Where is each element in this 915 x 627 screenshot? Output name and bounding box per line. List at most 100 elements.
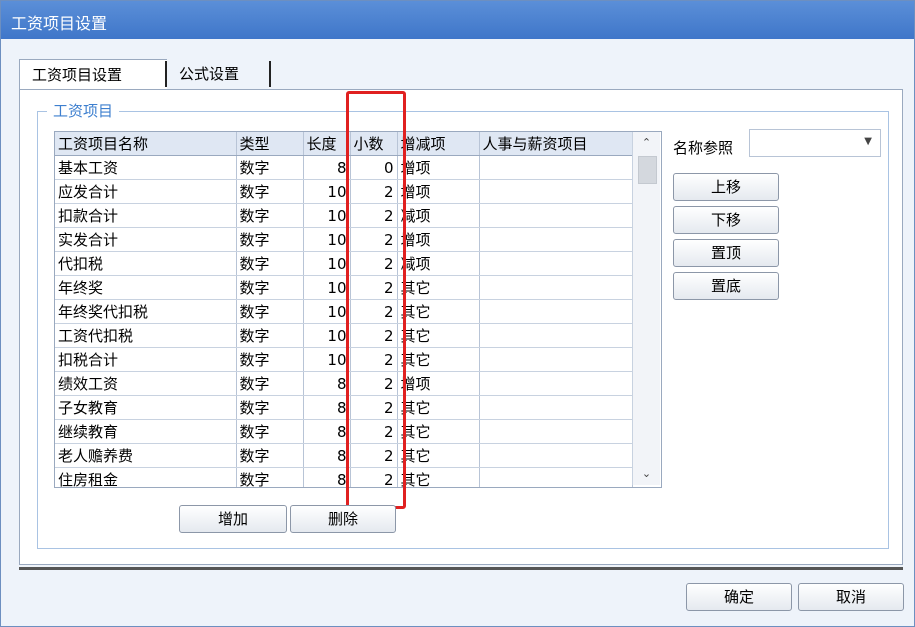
move-up-button[interactable]: 上移 bbox=[673, 173, 779, 201]
table-row[interactable]: 扣款合计 数字 10 2 减项 bbox=[55, 203, 633, 228]
column-header-name[interactable]: 工资项目名称 bbox=[55, 132, 237, 156]
cell-length[interactable]: 8 bbox=[303, 443, 351, 468]
cell-type[interactable]: 数字 bbox=[236, 299, 304, 324]
cancel-button[interactable]: 取消 bbox=[798, 583, 904, 611]
add-button[interactable]: 增加 bbox=[179, 505, 287, 533]
column-header-hr-item[interactable]: 人事与薪资项目 bbox=[479, 132, 633, 156]
move-bottom-button[interactable]: 置底 bbox=[673, 272, 779, 300]
title-bar[interactable]: 工资项目设置 bbox=[1, 1, 914, 39]
cell-length[interactable]: 10 bbox=[303, 323, 351, 348]
table-row[interactable]: 基本工资 数字 8 0 增项 bbox=[55, 155, 633, 180]
column-header-change[interactable]: 增减项 bbox=[397, 132, 480, 156]
cell-name[interactable]: 年终奖代扣税 bbox=[55, 299, 237, 324]
table-row[interactable]: 代扣税 数字 10 2 减项 bbox=[55, 251, 633, 276]
table-row[interactable]: 扣税合计 数字 10 2 其它 bbox=[55, 347, 633, 372]
cell-length[interactable]: 10 bbox=[303, 299, 351, 324]
cell-type[interactable]: 数字 bbox=[236, 203, 304, 228]
cell-hr-item[interactable] bbox=[479, 443, 633, 468]
cell-hr-item[interactable] bbox=[479, 203, 633, 228]
cell-hr-item[interactable] bbox=[479, 227, 633, 252]
cell-length[interactable]: 10 bbox=[303, 179, 351, 204]
cell-hr-item[interactable] bbox=[479, 371, 633, 396]
cell-change[interactable]: 其它 bbox=[397, 347, 480, 372]
cell-change[interactable]: 其它 bbox=[397, 299, 480, 324]
cell-change[interactable]: 其它 bbox=[397, 443, 480, 468]
cell-name[interactable]: 基本工资 bbox=[55, 155, 237, 180]
cell-hr-item[interactable] bbox=[479, 299, 633, 324]
tab-salary-items[interactable]: 工资项目设置 bbox=[19, 59, 169, 90]
cell-change[interactable]: 其它 bbox=[397, 275, 480, 300]
cell-change[interactable]: 减项 bbox=[397, 203, 480, 228]
cell-type[interactable]: 数字 bbox=[236, 395, 304, 420]
cell-change[interactable]: 其它 bbox=[397, 419, 480, 444]
table-row[interactable]: 应发合计 数字 10 2 增项 bbox=[55, 179, 633, 204]
cell-name[interactable]: 扣款合计 bbox=[55, 203, 237, 228]
cell-hr-item[interactable] bbox=[479, 323, 633, 348]
cell-length[interactable]: 10 bbox=[303, 227, 351, 252]
cell-type[interactable]: 数字 bbox=[236, 371, 304, 396]
cell-type[interactable]: 数字 bbox=[236, 179, 304, 204]
cell-length[interactable]: 10 bbox=[303, 203, 351, 228]
table-row[interactable]: 年终奖 数字 10 2 其它 bbox=[55, 275, 633, 300]
table-row[interactable]: 子女教育 数字 8 2 其它 bbox=[55, 395, 633, 420]
cell-length[interactable]: 8 bbox=[303, 419, 351, 444]
cell-change[interactable]: 增项 bbox=[397, 179, 480, 204]
cell-hr-item[interactable] bbox=[479, 275, 633, 300]
cell-name[interactable]: 实发合计 bbox=[55, 227, 237, 252]
cell-change[interactable]: 增项 bbox=[397, 155, 480, 180]
column-header-type[interactable]: 类型 bbox=[236, 132, 304, 156]
table-row[interactable]: 老人赡养费 数字 8 2 其它 bbox=[55, 443, 633, 468]
cell-name[interactable]: 应发合计 bbox=[55, 179, 237, 204]
table-row[interactable]: 继续教育 数字 8 2 其它 bbox=[55, 419, 633, 444]
cell-type[interactable]: 数字 bbox=[236, 419, 304, 444]
cell-hr-item[interactable] bbox=[479, 395, 633, 420]
cell-type[interactable]: 数字 bbox=[236, 467, 304, 487]
cell-name[interactable]: 年终奖 bbox=[55, 275, 237, 300]
chevron-up-icon[interactable]: ⌃ bbox=[633, 132, 660, 154]
cell-change[interactable]: 减项 bbox=[397, 251, 480, 276]
cell-hr-item[interactable] bbox=[479, 251, 633, 276]
scrollbar-thumb[interactable] bbox=[638, 156, 657, 184]
cell-hr-item[interactable] bbox=[479, 155, 633, 180]
ok-button[interactable]: 确定 bbox=[686, 583, 792, 611]
cell-change[interactable]: 其它 bbox=[397, 467, 480, 487]
table-row[interactable]: 绩效工资 数字 8 2 增项 bbox=[55, 371, 633, 396]
cell-type[interactable]: 数字 bbox=[236, 443, 304, 468]
cell-change[interactable]: 增项 bbox=[397, 371, 480, 396]
cell-name[interactable]: 扣税合计 bbox=[55, 347, 237, 372]
delete-button[interactable]: 删除 bbox=[290, 505, 396, 533]
cell-name[interactable]: 绩效工资 bbox=[55, 371, 237, 396]
cell-hr-item[interactable] bbox=[479, 467, 633, 487]
cell-length[interactable]: 10 bbox=[303, 251, 351, 276]
table-row[interactable]: 工资代扣税 数字 10 2 其它 bbox=[55, 323, 633, 348]
cell-change[interactable]: 增项 bbox=[397, 227, 480, 252]
cell-change[interactable]: 其它 bbox=[397, 395, 480, 420]
column-header-length[interactable]: 长度 bbox=[303, 132, 351, 156]
name-reference-select[interactable]: ▼ bbox=[749, 129, 881, 157]
cell-length[interactable]: 8 bbox=[303, 155, 351, 180]
cell-name[interactable]: 住房租金 bbox=[55, 467, 237, 487]
cell-change[interactable]: 其它 bbox=[397, 323, 480, 348]
chevron-down-icon[interactable]: ⌄ bbox=[633, 463, 660, 485]
cell-type[interactable]: 数字 bbox=[236, 155, 304, 180]
cell-length[interactable]: 10 bbox=[303, 275, 351, 300]
cell-name[interactable]: 子女教育 bbox=[55, 395, 237, 420]
cell-name[interactable]: 继续教育 bbox=[55, 419, 237, 444]
triangle-down-icon[interactable]: ▼ bbox=[864, 136, 872, 147]
cell-type[interactable]: 数字 bbox=[236, 347, 304, 372]
cell-hr-item[interactable] bbox=[479, 347, 633, 372]
cell-hr-item[interactable] bbox=[479, 179, 633, 204]
cell-name[interactable]: 代扣税 bbox=[55, 251, 237, 276]
table-row[interactable]: 住房租金 数字 8 2 其它 bbox=[55, 467, 633, 487]
cell-length[interactable]: 8 bbox=[303, 467, 351, 487]
cell-length[interactable]: 8 bbox=[303, 395, 351, 420]
vertical-scrollbar[interactable]: ⌃ ⌄ bbox=[632, 132, 660, 485]
cell-name[interactable]: 工资代扣税 bbox=[55, 323, 237, 348]
cell-type[interactable]: 数字 bbox=[236, 275, 304, 300]
cell-type[interactable]: 数字 bbox=[236, 227, 304, 252]
tab-formula[interactable]: 公式设置 bbox=[167, 59, 291, 89]
cell-length[interactable]: 10 bbox=[303, 347, 351, 372]
table-row[interactable]: 实发合计 数字 10 2 增项 bbox=[55, 227, 633, 252]
move-down-button[interactable]: 下移 bbox=[673, 206, 779, 234]
cell-length[interactable]: 8 bbox=[303, 371, 351, 396]
